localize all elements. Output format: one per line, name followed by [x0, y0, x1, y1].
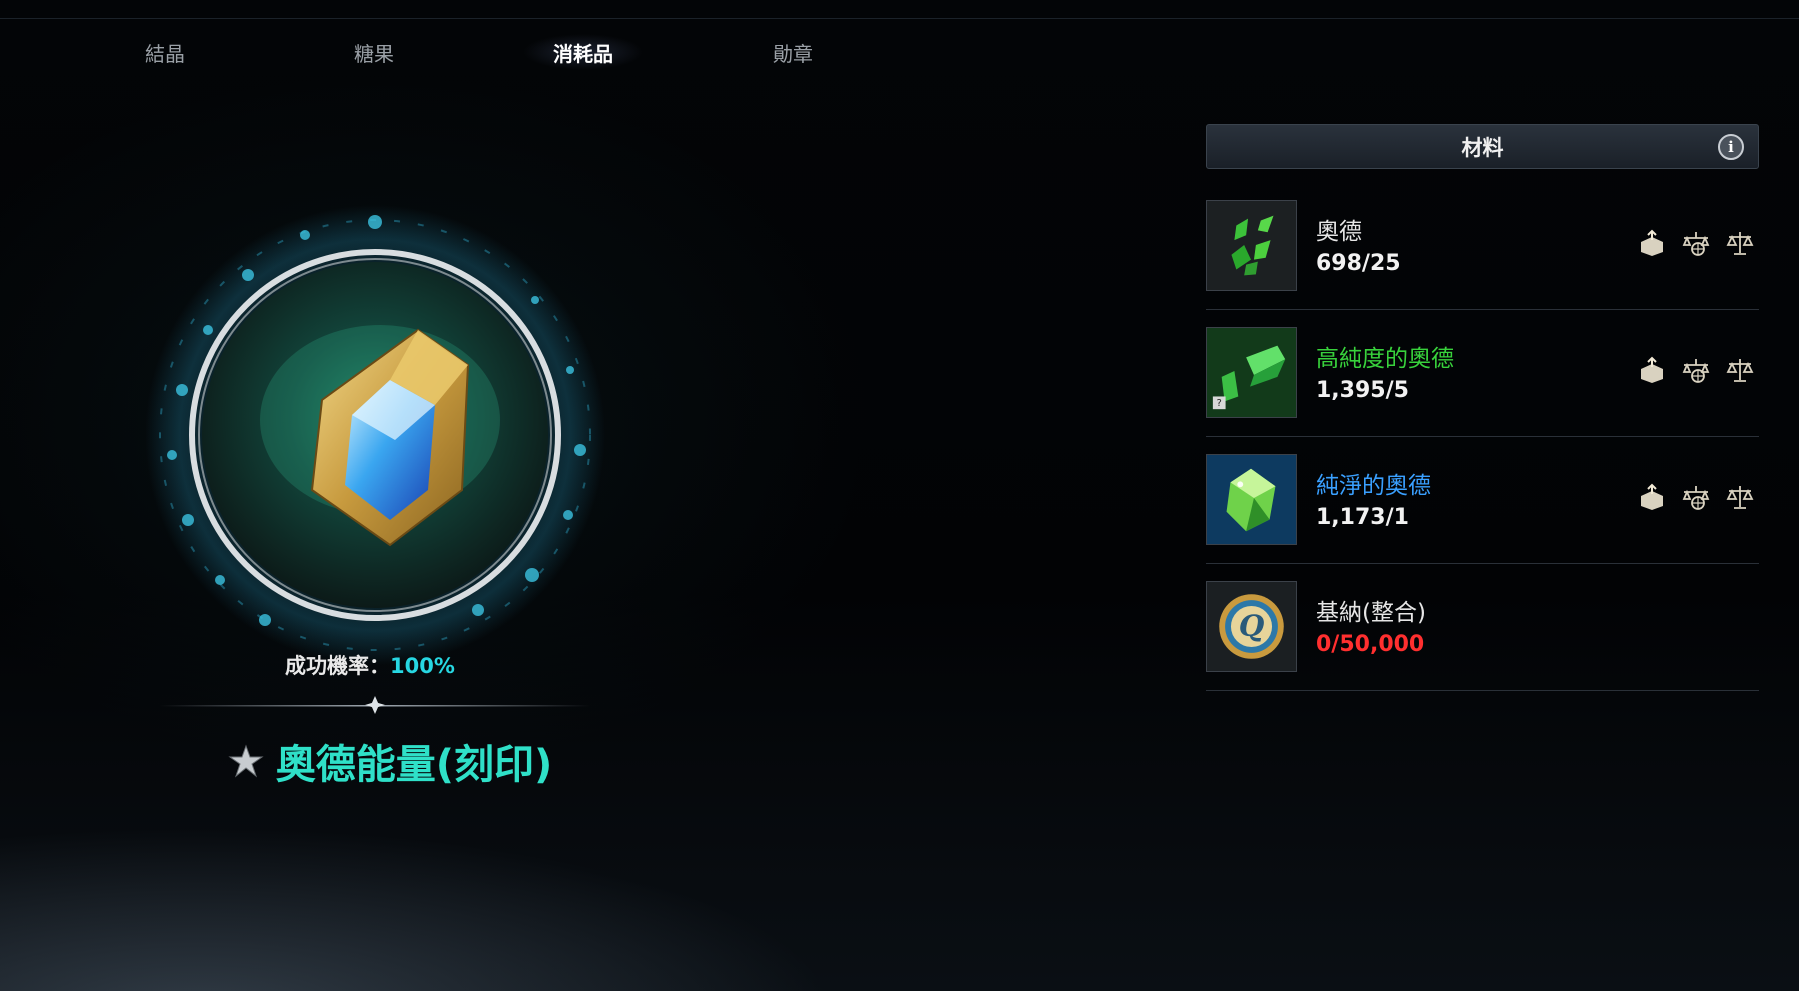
- material-count: 1,173/1: [1316, 505, 1409, 530]
- material-row: 奧德 698/25: [1206, 182, 1759, 310]
- crafting-screen: 結晶 糖果 消耗品 勛章 成功機率：100% 奧德能量(刻印) 材料 i 奧德 …: [0, 0, 1799, 991]
- success-rate-label: 成功機率：: [285, 654, 391, 678]
- material-name: 基納(整合): [1316, 600, 1426, 626]
- star-icon: [228, 744, 264, 778]
- materials-title: 材料: [1461, 135, 1504, 160]
- material-actions: [1637, 355, 1755, 385]
- green-crystal-icon[interactable]: ?: [1206, 327, 1297, 418]
- material-actions: [1637, 482, 1755, 512]
- success-rate: 成功機率：100%: [200, 650, 540, 680]
- scale-icon[interactable]: [1725, 228, 1755, 258]
- materials-header: 材料 i: [1206, 124, 1759, 169]
- globe-scale-icon[interactable]: [1681, 355, 1711, 385]
- material-row: ? 高純度的奧德 1,395/5: [1206, 309, 1759, 437]
- svg-text:Q: Q: [1239, 608, 1265, 643]
- material-name: 純淨的奧德: [1316, 473, 1431, 499]
- material-row: Q 基納(整合) 0/50,000: [1206, 563, 1759, 691]
- material-count: 698/25: [1316, 251, 1401, 276]
- globe-scale-icon[interactable]: [1681, 228, 1711, 258]
- kinah-coin-icon[interactable]: Q: [1206, 581, 1297, 672]
- material-actions: [1637, 228, 1755, 258]
- pure-crystal-icon[interactable]: [1206, 454, 1297, 545]
- material-count: 1,395/5: [1316, 378, 1409, 403]
- material-count: 0/50,000: [1316, 632, 1425, 657]
- green-shards-icon[interactable]: [1206, 200, 1297, 291]
- tab-crystal[interactable]: 結晶: [80, 30, 250, 74]
- material-name: 奧德: [1316, 219, 1362, 245]
- tab-candy[interactable]: 糖果: [289, 30, 459, 74]
- scale-icon[interactable]: [1725, 482, 1755, 512]
- material-row: 純淨的奧德 1,173/1: [1206, 436, 1759, 564]
- box-arrow-icon[interactable]: [1637, 228, 1667, 258]
- svg-text:?: ?: [1217, 398, 1222, 409]
- globe-scale-icon[interactable]: [1681, 482, 1711, 512]
- result-item-title: 奧德能量(刻印): [200, 732, 580, 790]
- info-icon[interactable]: i: [1718, 134, 1744, 160]
- box-arrow-icon[interactable]: [1637, 355, 1667, 385]
- top-divider: [0, 18, 1799, 19]
- rune-circle: [145, 205, 605, 665]
- box-arrow-icon[interactable]: [1637, 482, 1667, 512]
- tab-medals[interactable]: 勛章: [708, 30, 878, 74]
- scale-icon[interactable]: [1725, 355, 1755, 385]
- tab-consumables[interactable]: 消耗品: [498, 30, 668, 74]
- result-item-name: 奧德能量(刻印): [275, 742, 553, 788]
- ornament-divider: [160, 696, 590, 714]
- success-rate-value: 100%: [390, 654, 455, 678]
- material-name: 高純度的奧德: [1316, 346, 1454, 372]
- result-emblem: [90, 190, 670, 670]
